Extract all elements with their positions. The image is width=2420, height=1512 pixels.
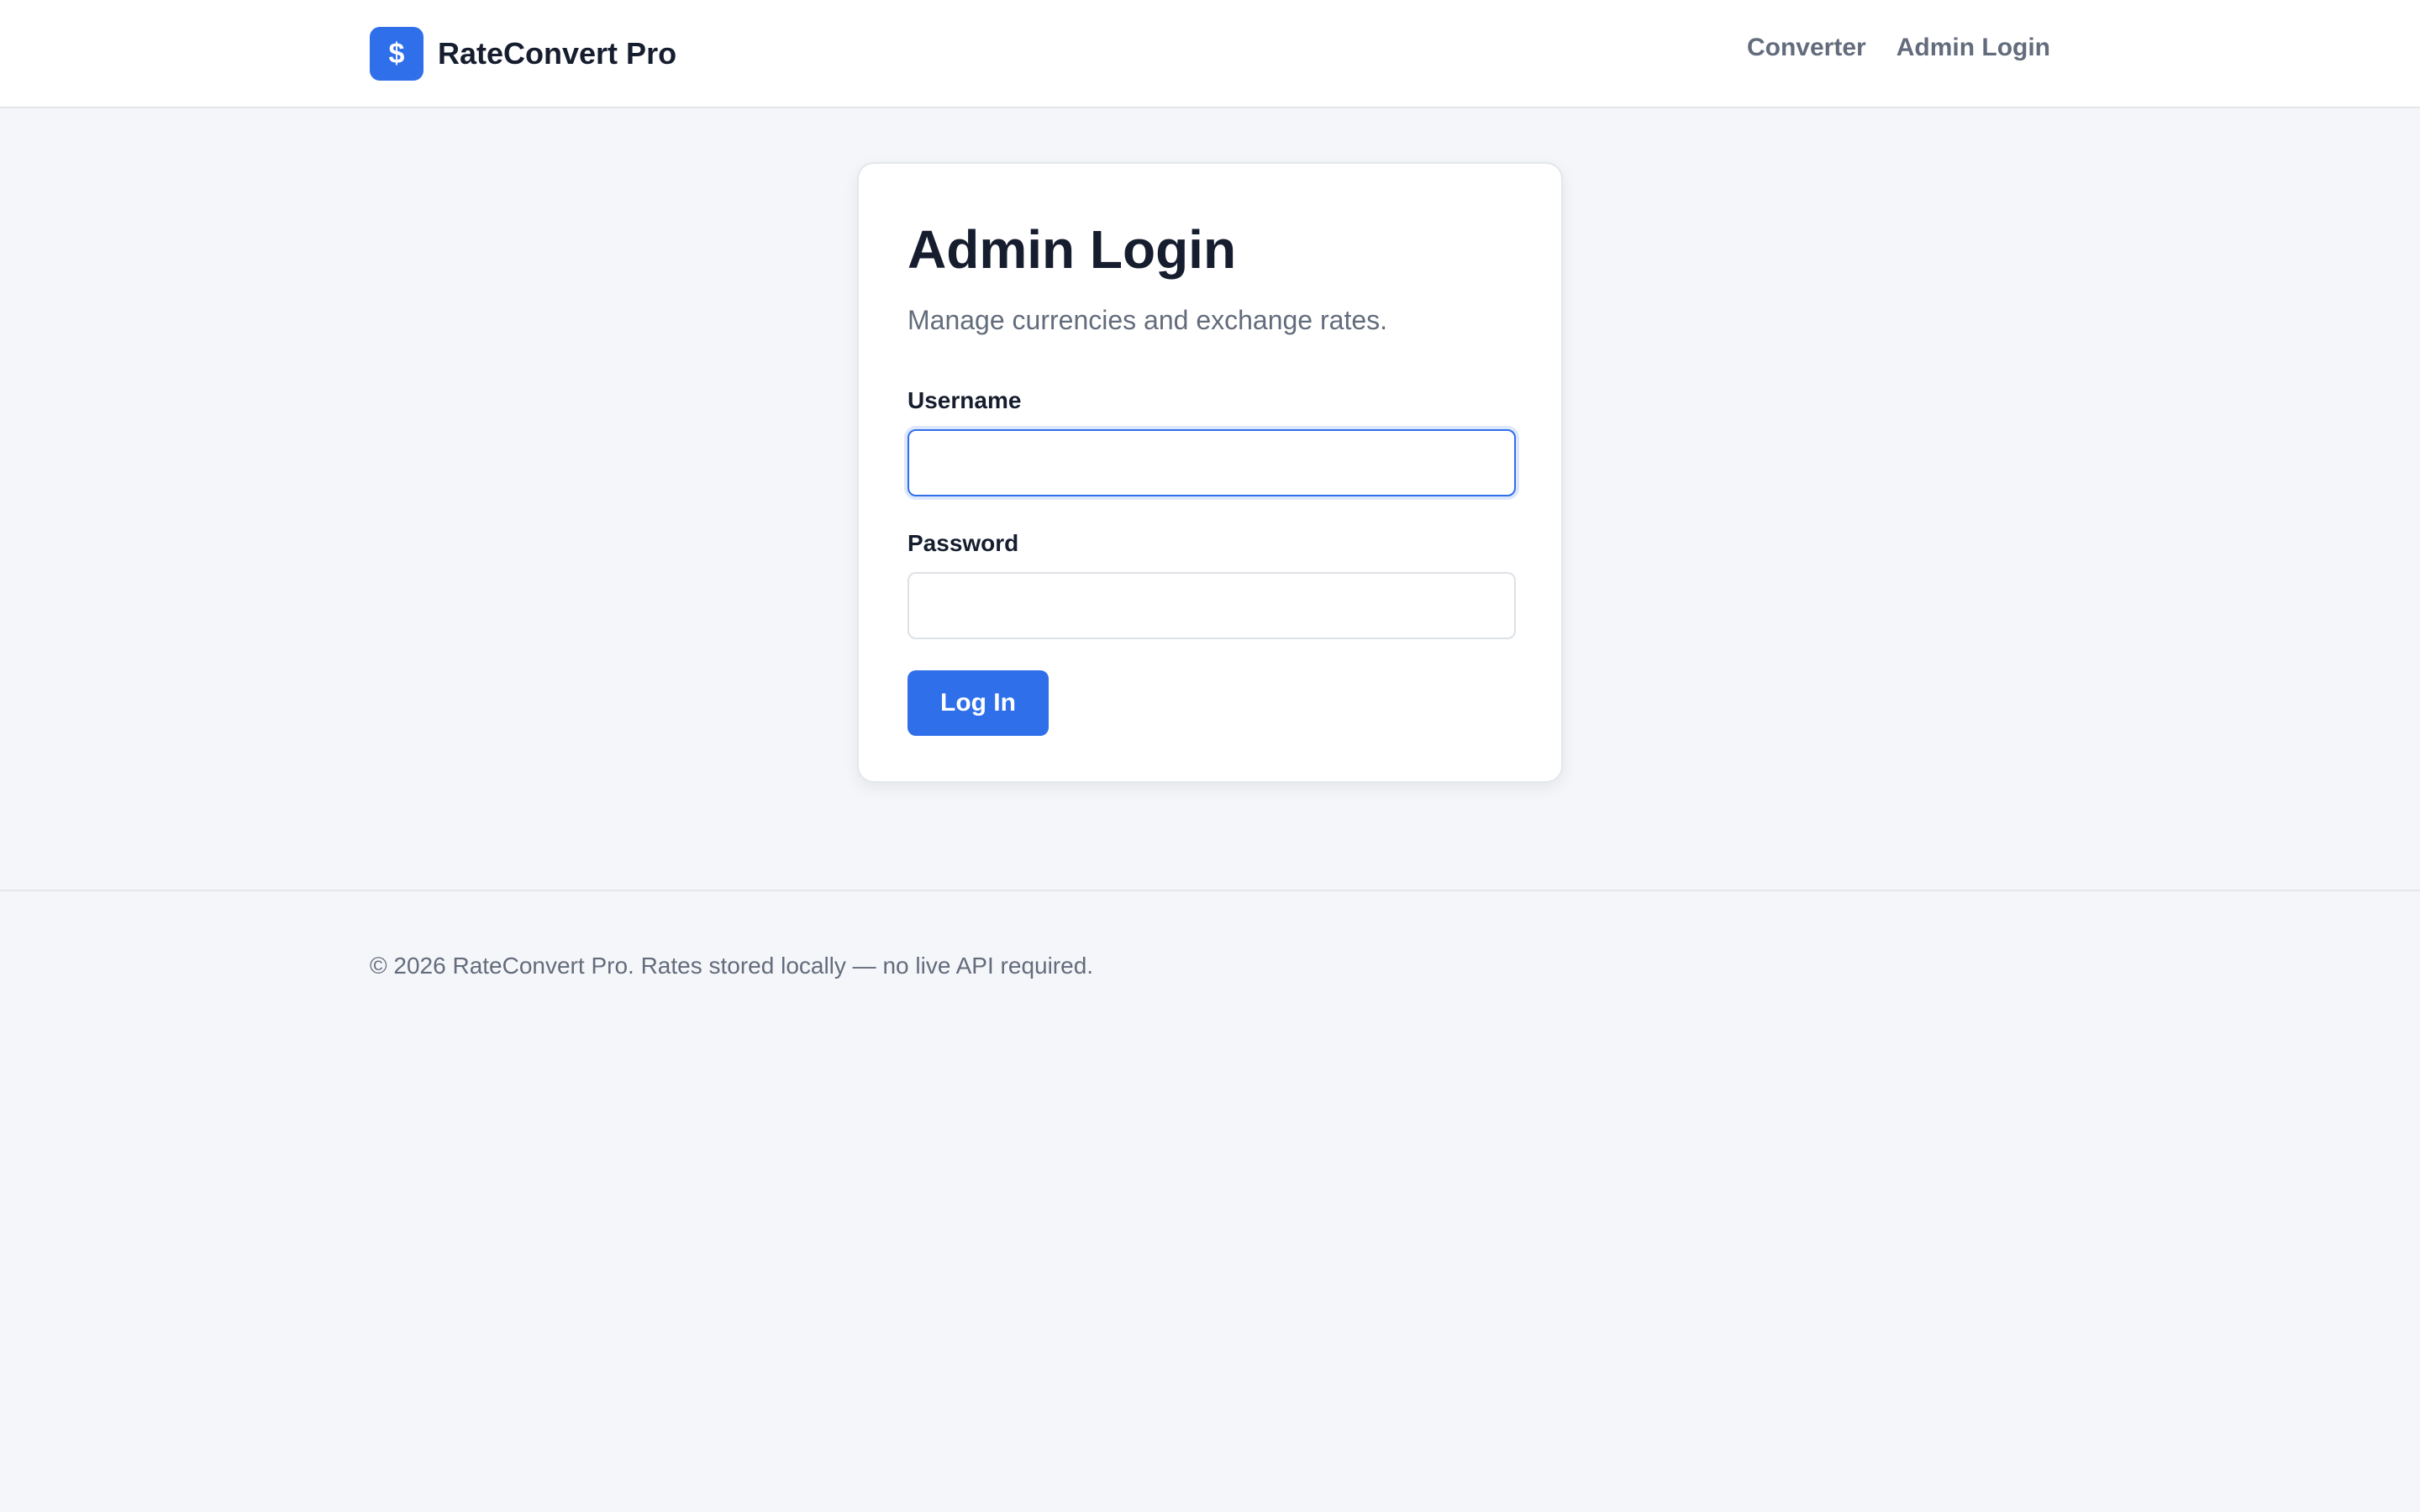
nav-link-admin-login[interactable]: Admin Login — [1897, 34, 2050, 62]
username-input[interactable] — [908, 429, 1516, 496]
page-title: Admin Login — [908, 219, 1237, 280]
site-footer: © 2026 RateConvert Pro. Rates stored loc… — [0, 890, 2420, 1512]
username-label: Username — [908, 387, 1022, 413]
main-nav: Converter Admin Login — [1747, 34, 2050, 62]
login-card: Admin Login Manage currencies and exchan… — [857, 162, 1563, 783]
brand-name: RateConvert Pro — [438, 36, 677, 71]
footer-text: © 2026 RateConvert Pro. Rates stored loc… — [370, 953, 1094, 979]
dollar-icon: $ — [370, 27, 424, 81]
page-subtitle: Manage currencies and exchange rates. — [908, 305, 1388, 335]
password-label: Password — [908, 530, 1019, 556]
login-button[interactable]: Log In — [908, 670, 1049, 736]
site-header: $ RateConvert Pro Converter Admin Login — [0, 0, 2420, 108]
nav-link-converter[interactable]: Converter — [1747, 34, 1866, 62]
password-input[interactable] — [908, 572, 1516, 639]
brand[interactable]: $ RateConvert Pro — [370, 27, 676, 81]
